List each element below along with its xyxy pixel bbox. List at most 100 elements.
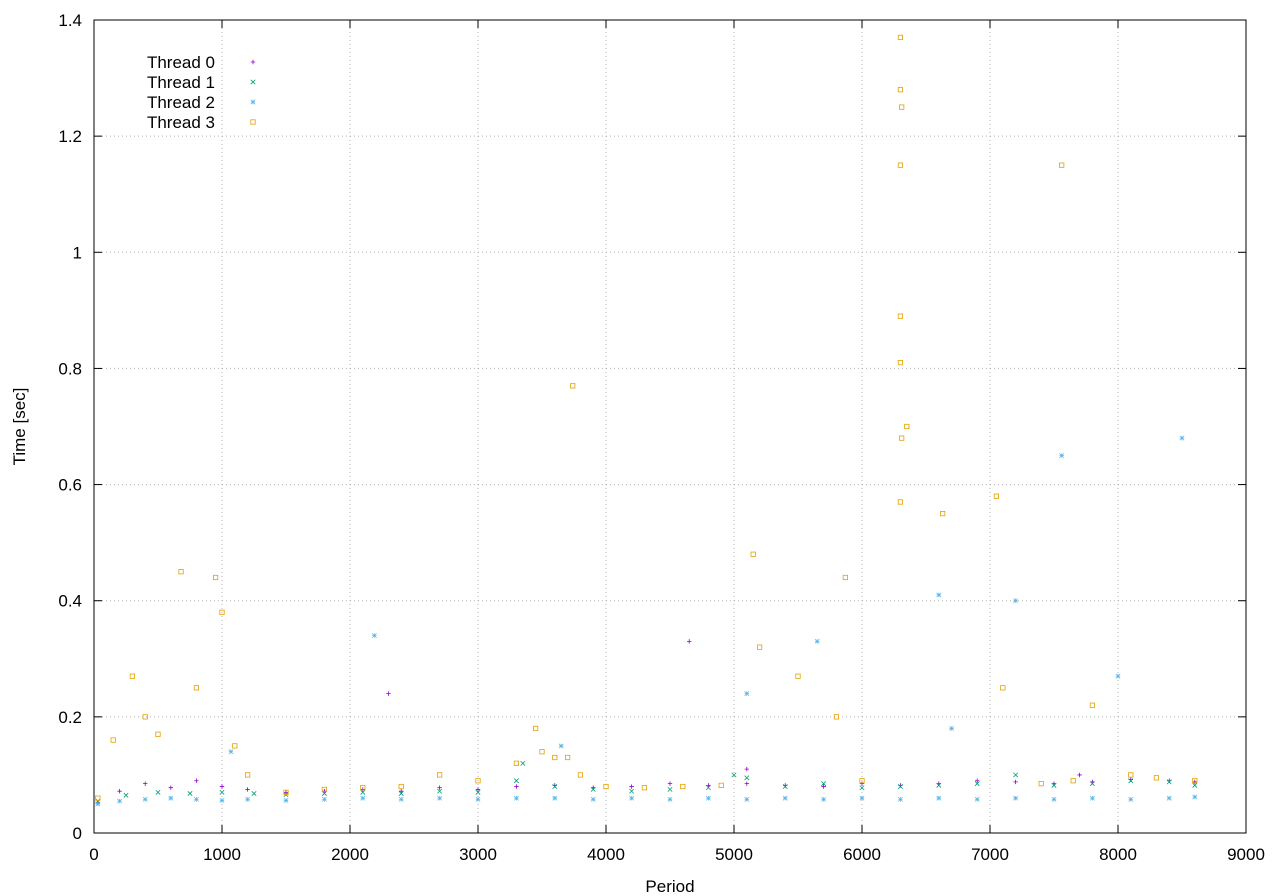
chart-container: 0 1000 2000 3000 4000 5000 6000 7000 8000 9000 0 0.… — [0, 0, 1280, 896]
data-point — [437, 795, 443, 801]
data-point — [244, 772, 251, 778]
data-point — [436, 772, 443, 778]
data-point — [859, 795, 865, 801]
data-point — [949, 726, 955, 731]
data-point — [95, 801, 101, 807]
data-point — [667, 781, 673, 786]
data-point — [1070, 778, 1076, 784]
legend-marker — [250, 119, 256, 125]
data-point — [1051, 796, 1057, 802]
data-point — [1192, 794, 1198, 800]
data-point — [680, 783, 686, 790]
data-point — [1013, 779, 1018, 785]
data-point — [859, 781, 865, 786]
data-point — [168, 785, 173, 790]
data-point — [974, 796, 980, 802]
x-tick-label: 5000 — [715, 845, 753, 864]
data-point — [1000, 685, 1006, 691]
legend: Thread 0Thread 1Thread 2Thread 3 — [147, 53, 256, 132]
data-point — [897, 499, 904, 505]
y-tick-label: 0.8 — [58, 359, 82, 378]
data-point — [577, 772, 584, 778]
data-point — [1013, 795, 1019, 801]
legend-label: Thread 1 — [147, 73, 215, 92]
data-point — [219, 789, 225, 795]
data-point — [667, 786, 673, 792]
data-point — [322, 788, 327, 794]
data-point — [821, 796, 827, 802]
x-tick-label: 4000 — [587, 845, 625, 864]
data-point — [117, 788, 122, 794]
data-point — [232, 743, 238, 749]
x-axis-title: Period — [645, 877, 694, 896]
data-point — [399, 788, 404, 794]
data-point — [283, 798, 289, 803]
data-point — [168, 795, 174, 801]
data-point — [513, 760, 520, 766]
y-tick-label: 0.4 — [58, 592, 82, 611]
data-point — [178, 569, 184, 575]
data-point — [1059, 162, 1065, 168]
data-point — [386, 691, 391, 696]
legend-marker — [250, 79, 256, 85]
data-point — [940, 511, 946, 517]
y-tick-label: 1.2 — [58, 127, 82, 146]
data-point — [520, 760, 526, 766]
data-point — [398, 796, 404, 802]
data-point — [897, 162, 904, 168]
y-tick-label: 1 — [73, 243, 82, 262]
legend-label: Thread 3 — [147, 113, 215, 132]
data-point — [565, 754, 571, 761]
data-point — [744, 781, 749, 786]
x-tick-label: 9000 — [1227, 845, 1265, 864]
data-point — [1038, 781, 1044, 787]
data-point — [142, 796, 148, 802]
data-point — [1089, 795, 1095, 801]
data-point — [187, 791, 193, 796]
data-point — [514, 784, 519, 789]
data-point — [1179, 435, 1185, 441]
data-point — [795, 673, 801, 679]
data-point — [219, 798, 225, 803]
data-point — [859, 785, 865, 791]
x-tick-label: 1000 — [203, 845, 241, 864]
data-point — [228, 749, 234, 755]
data-point — [757, 644, 763, 650]
data-point — [513, 795, 519, 801]
series-0-points — [95, 639, 1197, 806]
data-point — [744, 775, 750, 781]
data-point — [744, 691, 750, 697]
data-point — [718, 782, 724, 788]
data-point — [1077, 772, 1082, 778]
data-point — [143, 781, 148, 786]
data-point — [193, 796, 199, 802]
data-point — [1153, 775, 1159, 781]
data-point — [897, 34, 904, 41]
data-point — [899, 435, 905, 441]
series-1-points — [95, 760, 1198, 804]
data-point — [570, 383, 576, 389]
data-point — [744, 766, 749, 772]
data-point — [283, 790, 289, 795]
grid-layer — [94, 20, 1246, 833]
data-point — [744, 796, 750, 802]
data-point — [212, 574, 219, 581]
data-point — [193, 685, 199, 691]
data-point — [513, 778, 519, 784]
data-point — [219, 784, 225, 789]
data-point — [1115, 673, 1121, 679]
x-tick-label: 3000 — [459, 845, 497, 864]
data-point — [687, 639, 692, 644]
x-tick-label: 7000 — [971, 845, 1009, 864]
data-point — [993, 493, 1000, 499]
axes-layer: 0 1000 2000 3000 4000 5000 6000 7000 8000 9000 0 0.… — [58, 11, 1265, 864]
data-point — [533, 725, 539, 732]
data-point — [1128, 796, 1134, 802]
data-point — [117, 798, 123, 804]
y-tick-label: 1.4 — [58, 11, 82, 30]
data-point — [1166, 795, 1172, 801]
data-point — [1089, 702, 1095, 708]
y-axis-title: Time [sec] — [10, 388, 29, 466]
data-point — [750, 551, 756, 557]
data-point — [814, 638, 820, 644]
